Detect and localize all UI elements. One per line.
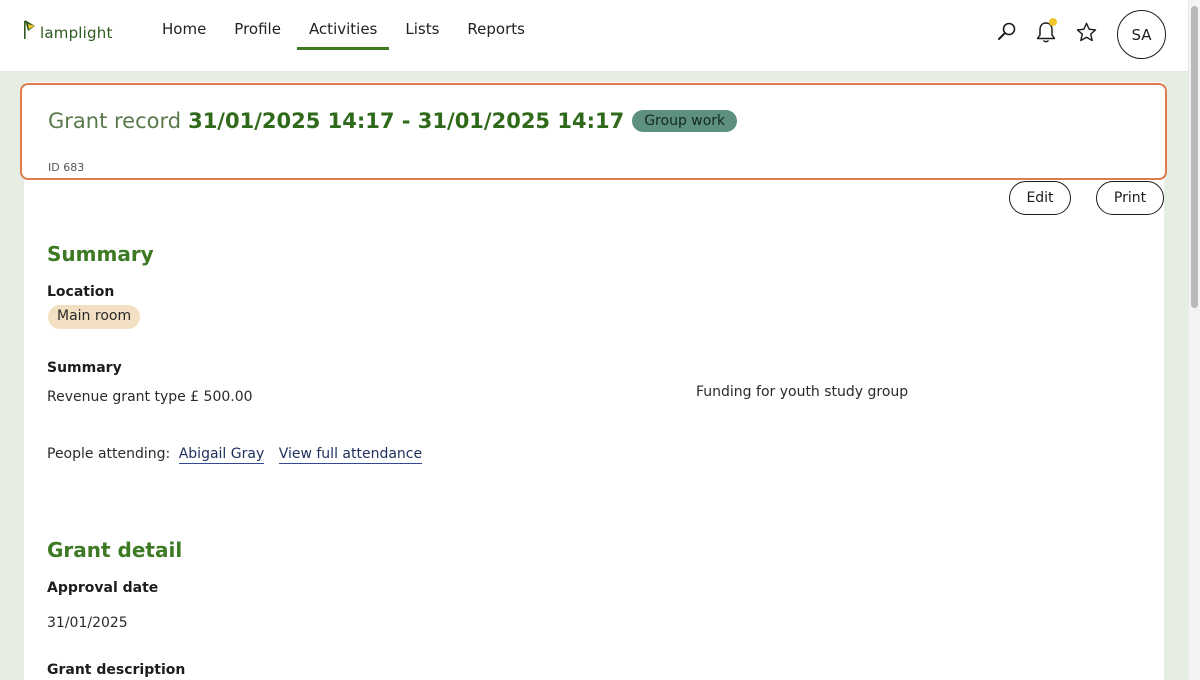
view-full-attendance-link[interactable]: View full attendance [278, 446, 423, 464]
top-navigation-bar: lamplight Home Profile Activities Lists … [0, 0, 1188, 72]
nav-reports[interactable]: Reports [455, 0, 537, 50]
summary-label: Summary [47, 360, 122, 376]
lamp-logo-icon [24, 20, 35, 39]
nav-activities[interactable]: Activities [296, 0, 390, 50]
people-attending-label: People attending: [47, 446, 171, 462]
search-icon[interactable] [995, 20, 1019, 44]
summary-heading: Summary [47, 242, 154, 266]
attendee-link[interactable]: Abigail Gray [178, 446, 265, 464]
notification-dot [1049, 18, 1057, 26]
logo-text: lamplight [40, 24, 113, 42]
grant-detail-heading: Grant detail [47, 538, 183, 562]
summary-value: Revenue grant type £ 500.00 [47, 389, 253, 405]
user-avatar[interactable]: SA [1117, 10, 1166, 59]
star-icon[interactable] [1074, 20, 1098, 44]
grant-description-label: Grant description [47, 662, 186, 678]
summary-note: Funding for youth study group [696, 384, 909, 400]
main-nav: Home Profile Activities Lists Reports [150, 0, 541, 72]
title-dates: 31/01/2025 14:17 - 31/01/2025 14:17 [188, 109, 625, 133]
location-label: Location [47, 284, 115, 300]
approval-date-value: 31/01/2025 [47, 615, 128, 631]
people-attending: People attending: Abigail Gray View full… [47, 446, 423, 464]
nav-profile[interactable]: Profile [222, 0, 293, 50]
page-scrollbar[interactable] [1188, 0, 1200, 680]
nav-home[interactable]: Home [150, 0, 218, 50]
print-button[interactable]: Print [1096, 181, 1164, 215]
nav-lists[interactable]: Lists [393, 0, 451, 50]
scrollbar-thumb[interactable] [1191, 6, 1198, 308]
lamplight-logo[interactable]: lamplight [22, 16, 113, 44]
activity-type-badge: Group work [632, 110, 738, 132]
edit-button[interactable]: Edit [1009, 181, 1071, 215]
title-prefix: Grant record [48, 109, 182, 133]
page-title: Grant record 31/01/2025 14:17 - 31/01/20… [48, 109, 738, 133]
bell-icon[interactable] [1034, 18, 1058, 44]
approval-date-label: Approval date [47, 580, 159, 596]
location-tag: Main room [48, 305, 141, 329]
record-id: ID 683 [48, 161, 85, 174]
record-header: Grant record 31/01/2025 14:17 - 31/01/20… [20, 83, 1167, 180]
